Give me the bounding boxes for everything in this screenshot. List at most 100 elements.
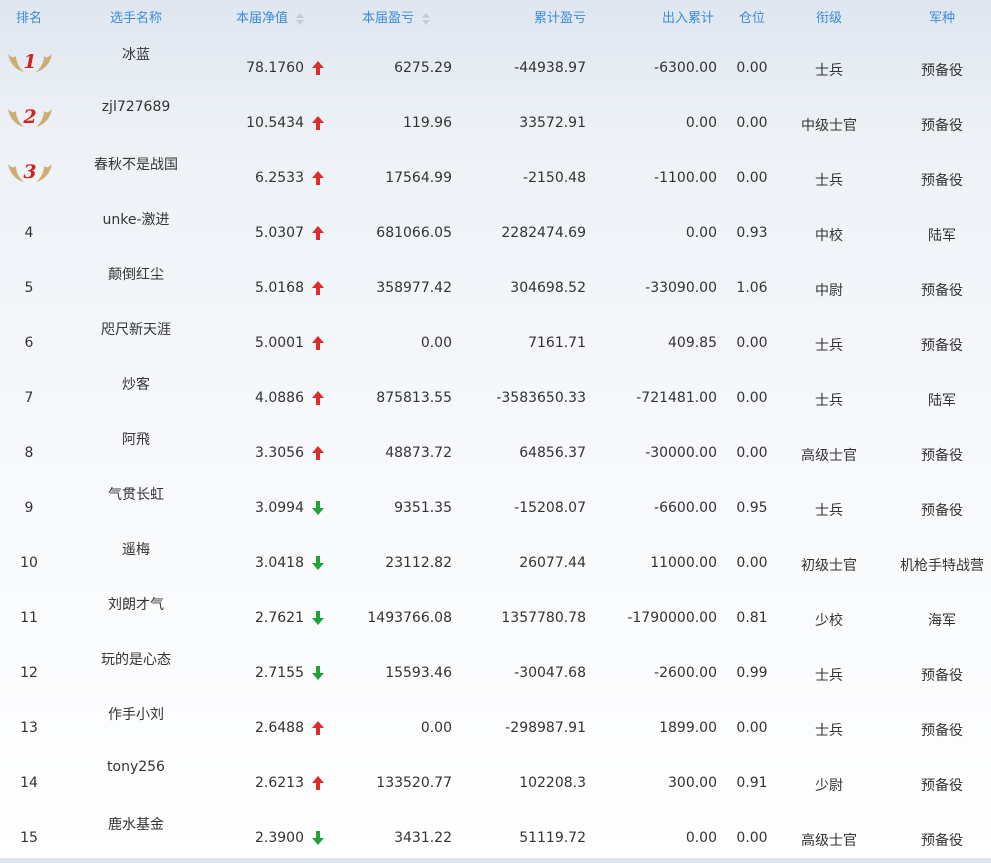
grade-value: 高级士官 — [801, 833, 857, 849]
nav-value: 2.6213 — [255, 775, 304, 791]
table-row[interactable]: 8 阿飛 3.3056 48873.72 64856.37 -30000.00 0.00 高级… — [0, 423, 991, 478]
table-row[interactable]: 6 咫尺新天涯 5.0001 0.00 7161.71 409.85 0.00 士兵 预备役 — [0, 313, 991, 368]
table-row[interactable]: 11 刘朗才气 2.7621 1493766.08 1357780.78 -1790000… — [0, 588, 991, 643]
position-value: 0.00 — [736, 60, 768, 76]
sort-icon[interactable] — [296, 12, 305, 25]
grade-value: 士兵 — [815, 173, 843, 189]
grade-value: 中级士官 — [801, 118, 857, 134]
rank-number: 7 — [24, 390, 34, 406]
cumulative-value: 102208.3 — [519, 775, 586, 791]
flow-value: -2600.00 — [654, 665, 717, 681]
position-value: 0.81 — [736, 610, 768, 626]
table-row[interactable]: 14 tony256 2.6213 133520.77 102208.3 300.00 0.… — [0, 753, 991, 808]
rank-number: 12 — [20, 665, 38, 681]
cumulative-value: -298987.91 — [505, 720, 586, 736]
profit-value: 358977.42 — [376, 280, 452, 296]
player-name-link[interactable]: 鹿水基金 — [60, 814, 212, 834]
table-row[interactable]: 2 zjl727689 10.5434 119.96 33572.91 0.00 0.00 中… — [0, 93, 991, 148]
table-row[interactable]: 3 春秋不是战国 6.2533 17564.99 -2150.48 -1100.00 0.0… — [0, 148, 991, 203]
nav-value: 5.0001 — [255, 335, 304, 351]
arrow-up-icon — [311, 225, 327, 241]
branch-value: 机枪手特战营 — [900, 558, 984, 574]
player-name-link[interactable]: 炒客 — [60, 374, 212, 394]
player-name-link[interactable]: 刘朗才气 — [60, 594, 212, 614]
branch-value: 预备役 — [921, 503, 963, 519]
flow-value: -30000.00 — [645, 445, 717, 461]
player-name-link[interactable]: 春秋不是战国 — [60, 154, 212, 174]
player-name-link[interactable]: 阿飛 — [60, 429, 212, 449]
position-value: 1.06 — [736, 280, 768, 296]
cumulative-value: 304698.52 — [510, 280, 586, 296]
player-name-link[interactable]: 气贯长虹 — [60, 484, 212, 504]
table-row[interactable]: 4 unke-激进 5.0307 681066.05 2282474.69 0.00 0.9… — [0, 203, 991, 258]
cumulative-value: 2282474.69 — [501, 225, 586, 241]
cumulative-value: 7161.71 — [528, 335, 586, 351]
sort-icon[interactable] — [422, 12, 431, 25]
arrow-up-icon — [311, 390, 327, 406]
nav-value: 5.0307 — [255, 225, 304, 241]
header-profit-label: 本届盈亏 — [362, 11, 415, 26]
profit-value: 0.00 — [420, 335, 452, 351]
arrow-down-icon — [311, 500, 327, 516]
flow-value: -33090.00 — [645, 280, 717, 296]
grade-value: 士兵 — [815, 63, 843, 79]
grade-value: 士兵 — [815, 668, 843, 684]
cumulative-value: -3583650.33 — [496, 390, 586, 406]
player-name-link[interactable]: 颠倒红尘 — [60, 264, 212, 284]
rank-number: 11 — [20, 610, 38, 626]
flow-value: 1899.00 — [659, 720, 717, 736]
nav-value: 4.0886 — [255, 390, 304, 406]
table-row[interactable]: 13 作手小刘 2.6488 0.00 -298987.91 1899.00 0.00 士兵 预… — [0, 698, 991, 753]
flow-value: -6300.00 — [654, 60, 717, 76]
grade-value: 少尉 — [815, 778, 843, 794]
flow-value: 0.00 — [685, 830, 717, 846]
header-profit-sort[interactable]: 本届盈亏 — [362, 0, 462, 38]
profit-value: 1493766.08 — [367, 610, 452, 626]
profit-value: 133520.77 — [376, 775, 452, 791]
player-name-link[interactable]: 冰蓝 — [60, 44, 212, 64]
table-row[interactable]: 7 炒客 4.0886 875813.55 -3583650.33 -721481.00 0… — [0, 368, 991, 423]
branch-value: 海军 — [928, 613, 956, 629]
table-header: 排名 选手名称 本届净值 本届盈亏 累计盈亏 出入累计 仓位 衔级 军种 — [0, 0, 991, 38]
header-nav-sort[interactable]: 本届净值 — [236, 0, 336, 38]
player-name-link[interactable]: zjl727689 — [60, 99, 212, 115]
flow-value: 300.00 — [668, 775, 717, 791]
cumulative-value: -44938.97 — [514, 60, 586, 76]
arrow-up-icon — [311, 115, 327, 131]
player-name-link[interactable]: 遥梅 — [60, 539, 212, 559]
arrow-down-icon — [311, 555, 327, 571]
branch-value: 预备役 — [921, 448, 963, 464]
table-row[interactable]: 12 玩的是心态 2.7155 15593.46 -30047.68 -2600.00 0.… — [0, 643, 991, 698]
arrow-down-icon — [311, 830, 327, 846]
arrow-up-icon — [311, 280, 327, 296]
player-name-link[interactable]: tony256 — [60, 759, 212, 775]
profit-value: 48873.72 — [385, 445, 452, 461]
player-name-link[interactable]: unke-激进 — [60, 209, 212, 229]
header-nav-label: 本届净值 — [236, 11, 289, 26]
medal-rank-number: 2 — [22, 106, 36, 128]
rank-medal-icon: 1 — [6, 48, 54, 76]
grade-value: 士兵 — [815, 723, 843, 739]
table-row[interactable]: 10 遥梅 3.0418 23112.82 26077.44 11000.00 0.00 初级… — [0, 533, 991, 588]
cumulative-value: 33572.91 — [519, 115, 586, 131]
position-value: 0.00 — [736, 170, 768, 186]
header-name: 选手名称 — [109, 11, 162, 26]
ranking-table: 排名 选手名称 本届净值 本届盈亏 累计盈亏 出入累计 仓位 衔级 军种 1 冰蓝… — [0, 0, 991, 863]
medal-rank-number: 1 — [23, 51, 36, 73]
table-row[interactable]: 1 冰蓝 78.1760 6275.29 -44938.97 -6300.00 0.00 士兵… — [0, 38, 991, 93]
branch-value: 陆军 — [928, 228, 956, 244]
nav-value: 3.0418 — [255, 555, 304, 571]
table-row[interactable]: 15 鹿水基金 2.3900 3431.22 51119.72 0.00 0.00 高级士官 预… — [0, 808, 991, 863]
rank-number: 9 — [24, 500, 34, 516]
nav-value: 3.3056 — [255, 445, 304, 461]
flow-value: 409.85 — [668, 335, 717, 351]
player-name-link[interactable]: 咫尺新天涯 — [60, 319, 212, 339]
player-name-link[interactable]: 作手小刘 — [60, 704, 212, 724]
branch-value: 预备役 — [921, 63, 963, 79]
arrow-up-icon — [311, 720, 327, 736]
rank-medal-icon: 3 — [6, 158, 54, 186]
table-row[interactable]: 5 颠倒红尘 5.0168 358977.42 304698.52 -33090.00 1.… — [0, 258, 991, 313]
header-flow: 出入累计 — [661, 11, 714, 26]
table-row[interactable]: 9 气贯长虹 3.0994 9351.35 -15208.07 -6600.00 0.95 士… — [0, 478, 991, 533]
player-name-link[interactable]: 玩的是心态 — [60, 649, 212, 669]
